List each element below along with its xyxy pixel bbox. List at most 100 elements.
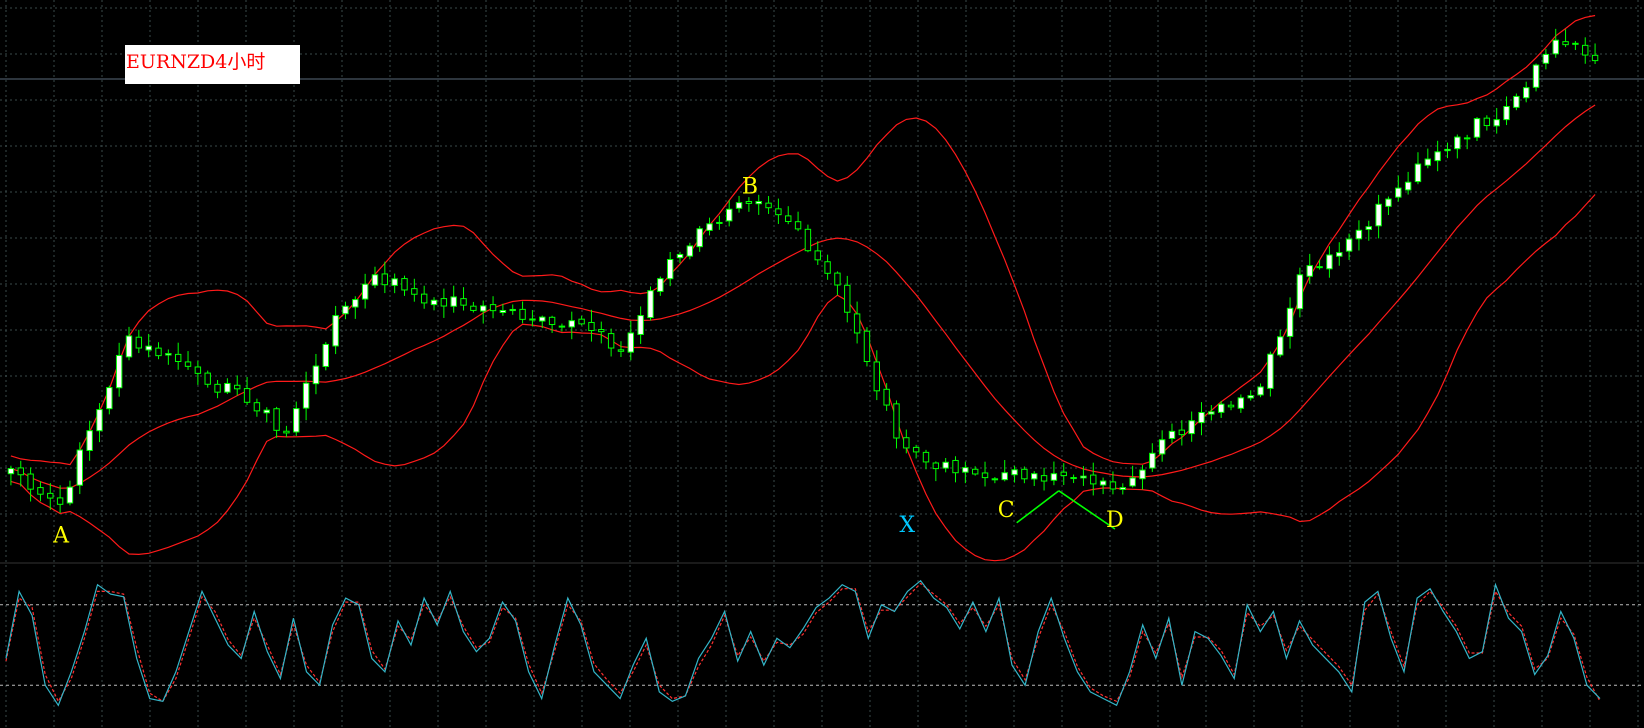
candle-body: [814, 250, 821, 261]
candle-body: [529, 318, 536, 321]
candle-body: [539, 316, 546, 322]
chart-background: [0, 0, 1644, 728]
candle-body: [440, 298, 448, 307]
candle-body: [1591, 54, 1599, 62]
candle-body: [696, 228, 703, 248]
candle-body: [1040, 475, 1048, 482]
candle-body: [27, 473, 34, 490]
candle-body: [1267, 353, 1274, 389]
candle-body: [981, 472, 989, 479]
candle-body: [1109, 481, 1117, 490]
candle-body: [1454, 136, 1461, 150]
candle-body: [263, 409, 270, 414]
candle-body: [17, 467, 24, 476]
candle-body: [716, 221, 723, 224]
candle-body: [1503, 106, 1510, 121]
candle-body: [824, 261, 831, 274]
candle-body: [1365, 226, 1372, 230]
candle-body: [243, 388, 251, 403]
chart-title: EURNZD4小时: [126, 51, 266, 73]
candle-body: [1513, 95, 1520, 108]
candle-body: [224, 382, 231, 393]
candle-body: [184, 361, 192, 367]
pattern-label-c: C: [998, 498, 1015, 523]
candle-body: [1316, 266, 1323, 269]
pattern-label-b: B: [742, 174, 758, 199]
candle-body: [962, 467, 969, 473]
candle-body: [519, 308, 526, 320]
candle-body: [1021, 468, 1028, 480]
candle-body: [312, 365, 320, 385]
candle-body: [293, 408, 300, 433]
candle-body: [1178, 429, 1186, 436]
candle-body: [1080, 475, 1087, 479]
candle-body: [86, 430, 93, 451]
candle-body: [893, 403, 900, 439]
candle-body: [1562, 41, 1569, 46]
candle-body: [66, 486, 74, 504]
candle-body: [1099, 480, 1107, 486]
candle-body: [165, 353, 172, 356]
candle-body: [115, 354, 123, 389]
candle-body: [401, 278, 408, 291]
candle-body: [1542, 53, 1550, 64]
candle-body: [480, 305, 487, 312]
candle-body: [1444, 148, 1451, 152]
candle-body: [588, 321, 595, 332]
candle-body: [1463, 137, 1471, 140]
candle-body: [548, 316, 556, 325]
candle-body: [1493, 119, 1500, 127]
candle-body: [1247, 395, 1254, 399]
candle-body: [1306, 265, 1313, 277]
candle-body: [676, 253, 684, 259]
candle-body: [273, 408, 280, 431]
candle-body: [883, 388, 890, 406]
candle-body: [1149, 452, 1156, 469]
candle-body: [7, 468, 15, 475]
candle-body: [214, 383, 221, 393]
candle-body: [844, 284, 851, 313]
candle-body: [568, 320, 575, 328]
candle-body: [96, 409, 103, 432]
candle-body: [922, 451, 930, 463]
candle-body: [932, 462, 940, 470]
candle-body: [1188, 420, 1195, 435]
candle-body: [1198, 412, 1205, 424]
candle-body: [1355, 229, 1363, 240]
candle-body: [37, 487, 44, 495]
candle-body: [460, 298, 467, 306]
candle-body: [952, 459, 959, 474]
candle-body: [863, 330, 871, 362]
candle-body: [1483, 117, 1491, 127]
candle-body: [1060, 471, 1067, 477]
candle-body: [194, 366, 202, 374]
candle-body: [361, 283, 369, 300]
candle-body: [598, 329, 605, 333]
price-chart: A B X C D: [0, 0, 1644, 728]
candle-body: [1129, 477, 1136, 487]
candle-body: [204, 372, 211, 385]
candle-body: [1208, 411, 1215, 415]
candle-body: [302, 382, 310, 409]
candle-body: [1522, 87, 1530, 99]
candle-body: [1031, 473, 1038, 480]
candle-body: [1385, 198, 1392, 207]
candle-body: [411, 288, 418, 295]
candle-body: [322, 343, 329, 367]
candle-body: [1532, 64, 1540, 88]
pattern-label-a: A: [52, 523, 70, 548]
candle-body: [1434, 151, 1441, 162]
candle-body: [1217, 403, 1225, 413]
candle-body: [853, 313, 861, 334]
candle-body: [1326, 254, 1333, 270]
candle-body: [1345, 238, 1353, 252]
candle-body: [1375, 203, 1382, 227]
candle-body: [765, 202, 772, 209]
candle-body: [617, 349, 625, 352]
candle-body: [657, 278, 664, 292]
candle-body: [1286, 307, 1294, 337]
candle-body: [1404, 181, 1412, 191]
candle-body: [1582, 44, 1589, 56]
candle-body: [735, 202, 743, 209]
candle-body: [76, 449, 84, 486]
